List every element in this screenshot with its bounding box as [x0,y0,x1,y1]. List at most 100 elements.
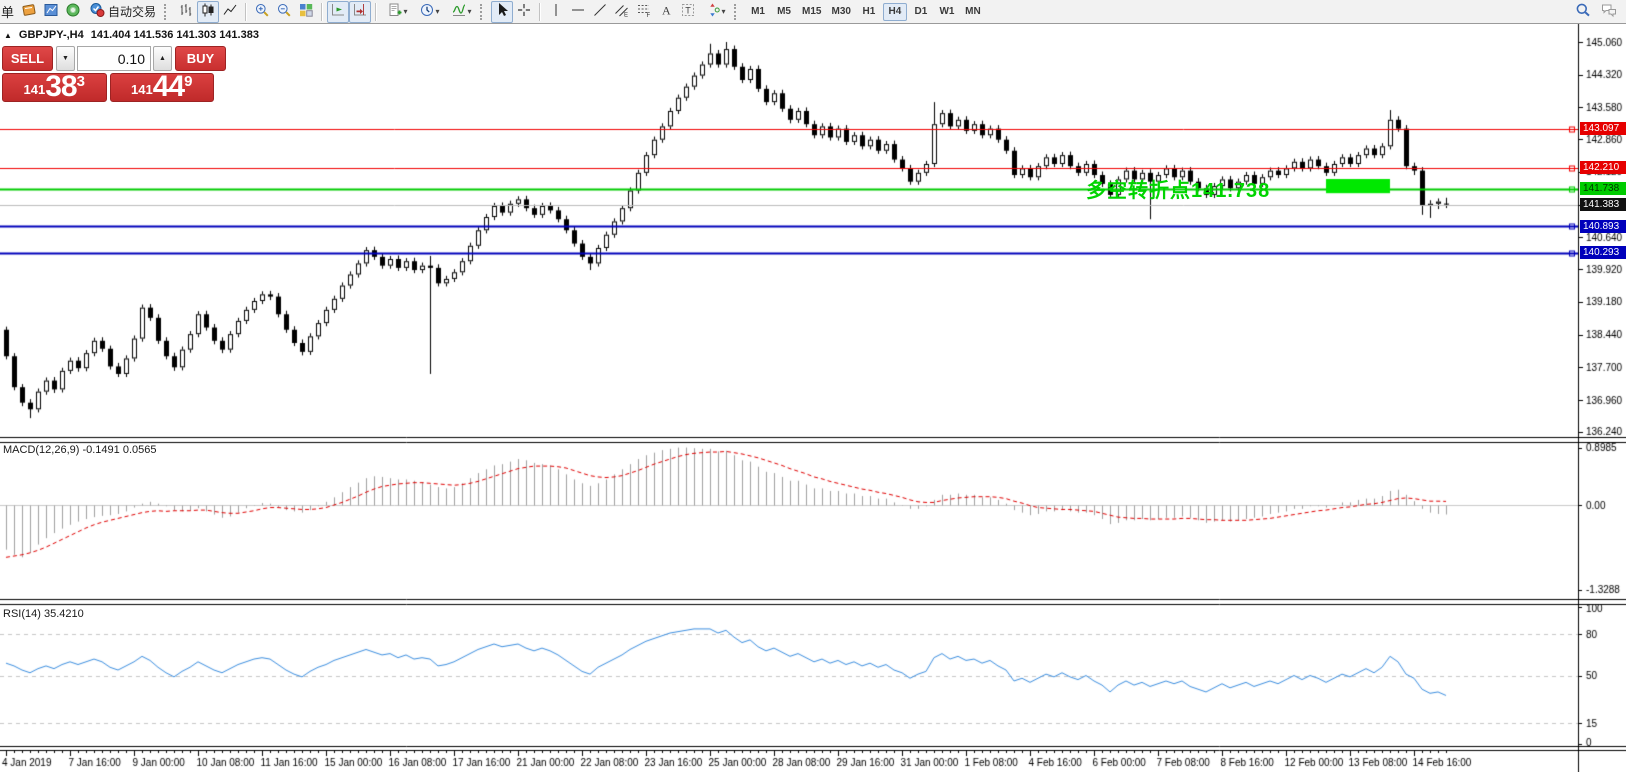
periods-button[interactable]: ▾ [413,1,445,23]
chat-button[interactable] [1598,1,1620,23]
timeframe-m1-button[interactable]: M1 [746,3,770,21]
sell-price-display[interactable]: 141383 [2,73,107,102]
pivot-annotation-text[interactable]: 多空转折点141.738 [1086,174,1270,203]
fibonacci-button[interactable]: F [633,1,655,23]
sell-price-pips: 38 [45,73,76,100]
arrows-button[interactable]: ▾ [699,1,731,23]
autoscroll-icon [330,2,346,21]
timeframe-h1-button[interactable]: H1 [857,3,881,21]
toolbar-separator [539,3,541,21]
orb-icon [65,2,81,21]
svg-text:T: T [685,6,691,16]
buy-price-pips: 44 [153,73,184,100]
fibo-icon: F [636,2,652,21]
timeframe-m5-button[interactable]: M5 [772,3,796,21]
toolbar-left-group: 单 自动交易 ▾ ▾ ▾ E F A T ▾ M1M5M15M30H1H4D1W1MN [0,0,986,23]
timeframe-d1-button[interactable]: D1 [909,3,933,21]
zoomin-icon [254,2,270,21]
dropdown-caret-icon: ▾ [436,8,440,16]
price-level-tag-140.893: 140.893 [1580,220,1626,233]
line-chart-button[interactable] [219,1,241,23]
equidistant-channel-button[interactable]: E [611,1,633,23]
toolbar-grip [164,4,170,20]
toolbar-grip [734,4,740,20]
volume-input[interactable] [77,46,151,71]
toolbar-separator [321,3,323,21]
clock-icon [419,2,435,21]
price-level-tag-140.293: 140.293 [1580,246,1626,259]
chart-canvas[interactable] [0,24,1626,772]
candlestick-chart-button[interactable] [197,1,219,23]
one-click-trading-panel: SELL ▼ ▲ BUY 141383 141449 [2,46,214,102]
market-history-button[interactable] [18,1,40,23]
timeframe-w1-button[interactable]: W1 [935,3,959,21]
macd-indicator-label: MACD(12,26,9) -0.1491 0.0565 [3,444,156,456]
channel-icon: E [614,2,630,21]
rsi-indicator-label: RSI(14) 35.4210 [3,608,84,620]
chart-title: ▲ GBPJPY-,H4 141.404 141.536 141.303 141… [4,29,259,41]
neworder-icon [387,2,403,21]
symbol-period-label: GBPJPY-,H4 [19,29,84,41]
toolbar-separator [245,3,247,21]
macd-rsi-splitter[interactable] [0,597,1578,604]
text-button[interactable]: A [655,1,677,23]
chat-icon [1601,2,1617,21]
volume-decrease-button[interactable]: ▼ [56,46,75,71]
zoomout-icon [276,2,292,21]
navigator-button[interactable] [62,1,84,23]
timeframe-m30-button[interactable]: M30 [827,3,854,21]
hline-icon [570,2,586,21]
cursor-icon [494,2,510,21]
textA-icon: A [658,2,674,21]
zoom-in-button[interactable] [251,1,273,23]
buy-price-display[interactable]: 141449 [110,73,215,102]
buy-button[interactable]: BUY [175,46,226,71]
vertical-line-button[interactable] [545,1,567,23]
dropdown-caret-icon: ▾ [468,8,472,16]
buy-price-whole: 141 [131,80,153,100]
search-button[interactable] [1572,1,1594,23]
data-window-button[interactable] [40,1,62,23]
text-label-button[interactable]: T [677,1,699,23]
horizontal-line-button[interactable] [567,1,589,23]
shapes-icon [705,2,721,21]
search-icon [1575,2,1591,21]
tile-windows-button[interactable] [295,1,317,23]
main-macd-splitter[interactable] [0,435,1578,442]
price-level-tag-142.210: 142.210 [1580,161,1626,174]
candles-icon [200,2,216,21]
volume-increase-button[interactable]: ▲ [153,46,172,71]
chartwindow-icon [43,2,59,21]
new-order-button[interactable]: ▾ [381,1,413,23]
collapse-arrow-icon[interactable]: ▲ [4,31,12,40]
zoom-out-button[interactable] [273,1,295,23]
svg-text:A: A [662,4,671,18]
toolbar-separator [375,3,377,21]
svg-text:F: F [647,13,651,18]
price-level-tag-141.738: 141.738 [1580,182,1626,195]
sell-price-whole: 141 [24,80,46,100]
bar-chart-button[interactable] [175,1,197,23]
tline-icon [592,2,608,21]
toolbar-right-group [1572,1,1620,23]
sell-price-point: 3 [77,74,85,89]
crosshair-button[interactable] [513,1,535,23]
auto-scroll-button[interactable] [327,1,349,23]
auto-trading-button[interactable]: 自动交易 [84,1,161,23]
toolbar-grip [480,4,486,20]
cursor-button[interactable] [491,1,513,23]
timeframe-m15-button[interactable]: M15 [798,3,825,21]
order-label-partial[interactable]: 单 [1,2,14,21]
crosshair-icon [516,2,532,21]
chart-shift-button[interactable] [349,1,371,23]
linechart-icon [222,2,238,21]
indicators-button[interactable]: ▾ [445,1,477,23]
timeframe-h4-button[interactable]: H4 [883,3,907,21]
trendline-button[interactable] [589,1,611,23]
sell-button[interactable]: SELL [2,46,53,71]
indicators-icon [451,2,467,21]
timeframe-mn-button[interactable]: MN [961,3,985,21]
tiles-icon [298,2,314,21]
svg-text:E: E [624,13,628,19]
main-toolbar: 单 自动交易 ▾ ▾ ▾ E F A T ▾ M1M5M15M30H1H4D1W1MN [0,0,1626,24]
